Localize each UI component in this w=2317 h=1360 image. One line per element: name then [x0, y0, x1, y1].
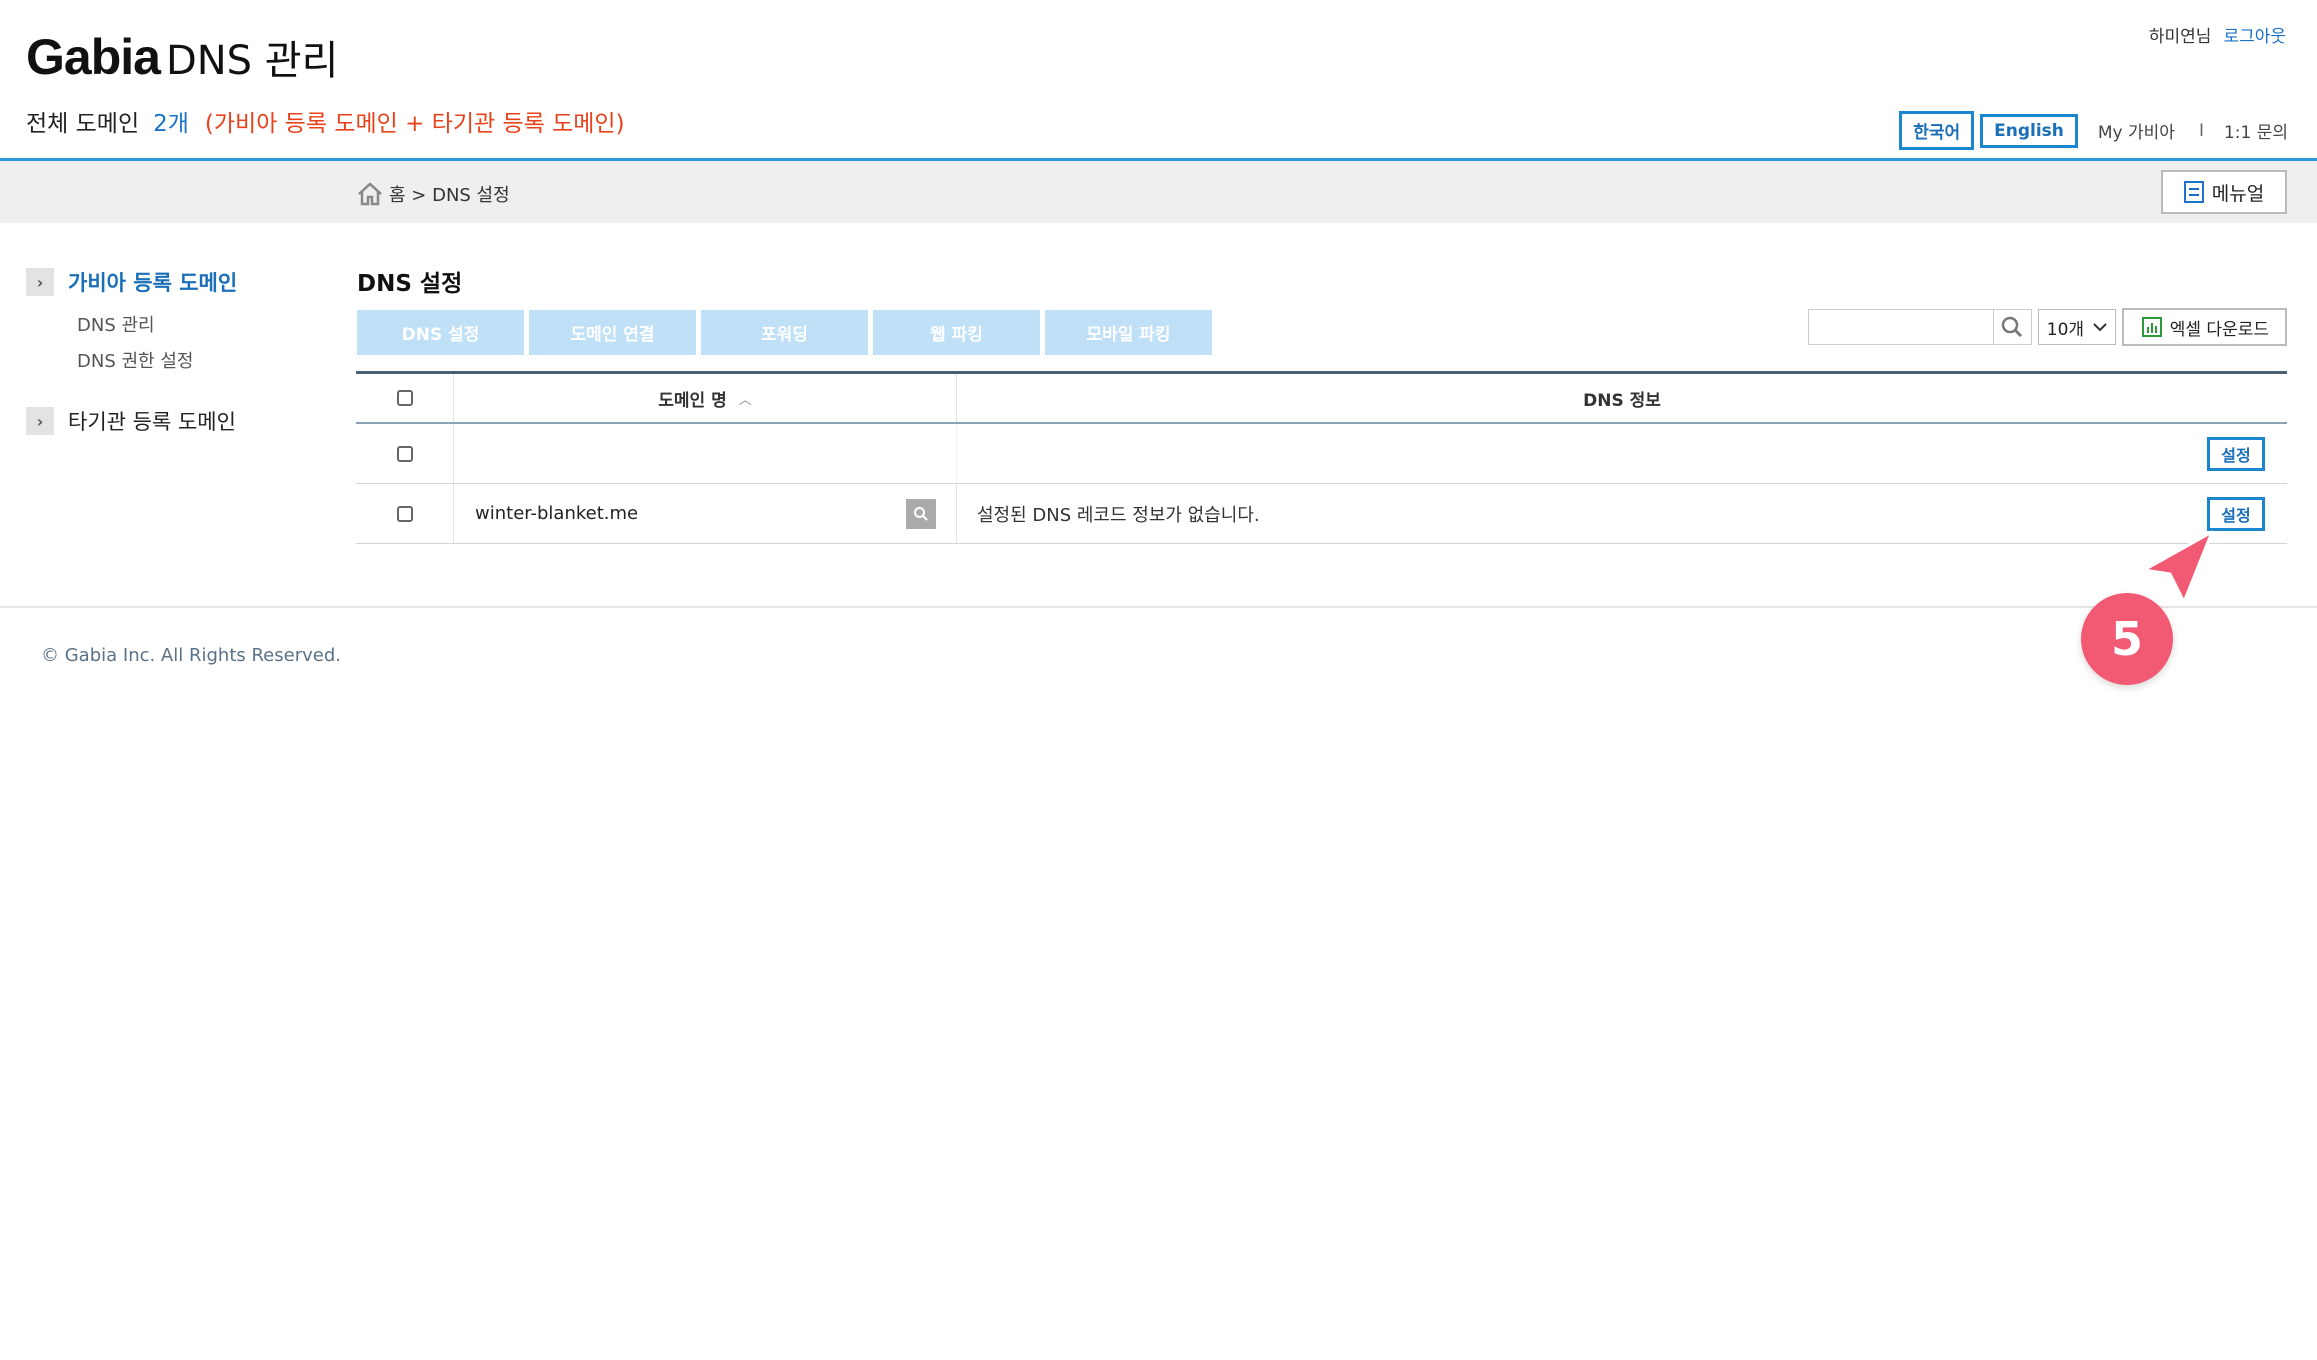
inquiry-link[interactable]: 1:1 문의: [2224, 118, 2288, 143]
header-domain-label: 도메인 명: [658, 390, 727, 411]
tab-forwarding[interactable]: 포워딩: [701, 310, 868, 355]
sidebar-group-label: 가비아 등록 도메인: [68, 271, 238, 295]
chevron-right-icon: ›: [26, 407, 54, 435]
search-icon: [2002, 316, 2023, 337]
sidebar-group-gabia[interactable]: › 가비아 등록 도메인: [26, 267, 237, 297]
row-checkbox-cell: [356, 424, 454, 483]
breadcrumb: 홈 > DNS 설정: [357, 181, 510, 207]
domain-summary: 전체 도메인 2개 (가비아 등록 도메인 + 타기관 등록 도메인): [26, 104, 625, 138]
app-logo[interactable]: Gabia DNS 관리: [26, 28, 338, 86]
user-area: 하미연님 로그아웃: [2149, 22, 2286, 47]
domain-search-button[interactable]: [906, 498, 936, 529]
sidebar-group-other[interactable]: › 타기관 등록 도메인: [26, 406, 236, 436]
excel-icon: [2141, 317, 2162, 337]
header-domain[interactable]: 도메인 명 ︿: [454, 374, 957, 422]
lang-en-button[interactable]: English: [1980, 113, 2078, 148]
tab-domain-connect[interactable]: 도메인 연결: [529, 310, 696, 355]
link-separator: I: [2198, 120, 2204, 141]
tab-dns-setting[interactable]: DNS 설정: [357, 310, 524, 355]
brand-name: Gabia: [26, 29, 161, 85]
search-icon: [914, 506, 928, 521]
copyright: © Gabia Inc. All Rights Reserved.: [41, 645, 341, 666]
summary-note: (가비아 등록 도메인 + 타기관 등록 도메인): [204, 111, 625, 137]
row-checkbox[interactable]: [396, 505, 413, 522]
sidebar-item-dns-manage[interactable]: DNS 관리: [77, 311, 155, 337]
manual-label: 메뉴얼: [2211, 182, 2265, 205]
footer-divider: [0, 606, 2317, 608]
header-dns: DNS 정보: [957, 374, 2287, 422]
breadcrumb-bar: [0, 161, 2317, 223]
excel-download-label: 엑셀 다운로드: [2169, 319, 2269, 340]
sort-asc-icon[interactable]: ︿: [739, 389, 752, 408]
summary-label: 전체 도메인: [26, 111, 140, 137]
action-tabs: DNS 설정 도메인 연결 포워딩 웹 파킹 모바일 파킹: [357, 310, 1212, 355]
row-dns-cell: 설정된 DNS 레코드 정보가 없습니다. 설정: [957, 484, 2287, 543]
excel-download-button[interactable]: 엑셀 다운로드: [2121, 308, 2287, 346]
tab-mobile-parking[interactable]: 모바일 파킹: [1045, 310, 1212, 355]
sidebar-item-dns-permission[interactable]: DNS 권한 설정: [77, 347, 193, 373]
tab-web-parking[interactable]: 웹 파킹: [873, 310, 1040, 355]
select-all-checkbox[interactable]: [396, 390, 413, 406]
page-size-select[interactable]: 10개: [2037, 309, 2116, 345]
setting-button[interactable]: 설정: [2207, 496, 2265, 531]
user-name: 하미연님: [2148, 27, 2212, 47]
section-title: DNS 설정: [357, 271, 463, 297]
domain-table: 도메인 명 ︿ DNS 정보 설정 winter-blanket.me 설정된 …: [356, 371, 2287, 544]
table-row: winter-blanket.me 설정된 DNS 레코드 정보가 없습니다. …: [356, 484, 2287, 544]
summary-count: 2개: [153, 111, 189, 137]
domain-name: winter-blanket.me: [475, 503, 639, 524]
search-input[interactable]: [1807, 309, 1994, 345]
row-dns-cell: 설정: [957, 424, 2287, 483]
chevron-right-icon: ›: [26, 268, 54, 296]
table-header: 도메인 명 ︿ DNS 정보: [356, 371, 2287, 424]
pointer-arrow-icon: [2142, 530, 2214, 604]
search-button[interactable]: [1993, 309, 2032, 345]
row-domain-cell: winter-blanket.me: [454, 484, 957, 543]
setting-button[interactable]: 설정: [2207, 436, 2265, 471]
dns-info: 설정된 DNS 레코드 정보가 없습니다.: [977, 504, 1260, 526]
lang-ko-button[interactable]: 한국어: [1899, 111, 1975, 150]
row-checkbox-cell: [356, 484, 454, 543]
page-title: DNS 관리: [165, 38, 339, 84]
row-domain-cell: [454, 424, 957, 483]
home-icon[interactable]: [357, 182, 383, 206]
my-gabia-link[interactable]: My 가비아: [2098, 118, 2175, 143]
top-links: 한국어 English My 가비아 I 1:1 문의: [1893, 111, 2288, 150]
logout-link[interactable]: 로그아웃: [2223, 27, 2286, 47]
step-badge: 5: [2081, 593, 2173, 685]
header-checkbox-cell: [356, 374, 454, 422]
chevron-down-icon: [2093, 322, 2107, 331]
breadcrumb-text: 홈 > DNS 설정: [389, 185, 510, 206]
sidebar-group-label: 타기관 등록 도메인: [68, 410, 236, 434]
row-checkbox[interactable]: [396, 445, 413, 462]
table-row: 설정: [356, 424, 2287, 484]
manual-button[interactable]: 메뉴얼: [2161, 170, 2287, 214]
header-dns-label: DNS 정보: [1583, 390, 1661, 411]
table-tools: 10개 엑셀 다운로드: [1807, 308, 2287, 346]
page-size-value: 10개: [2046, 319, 2085, 340]
manual-icon: [2183, 181, 2204, 203]
